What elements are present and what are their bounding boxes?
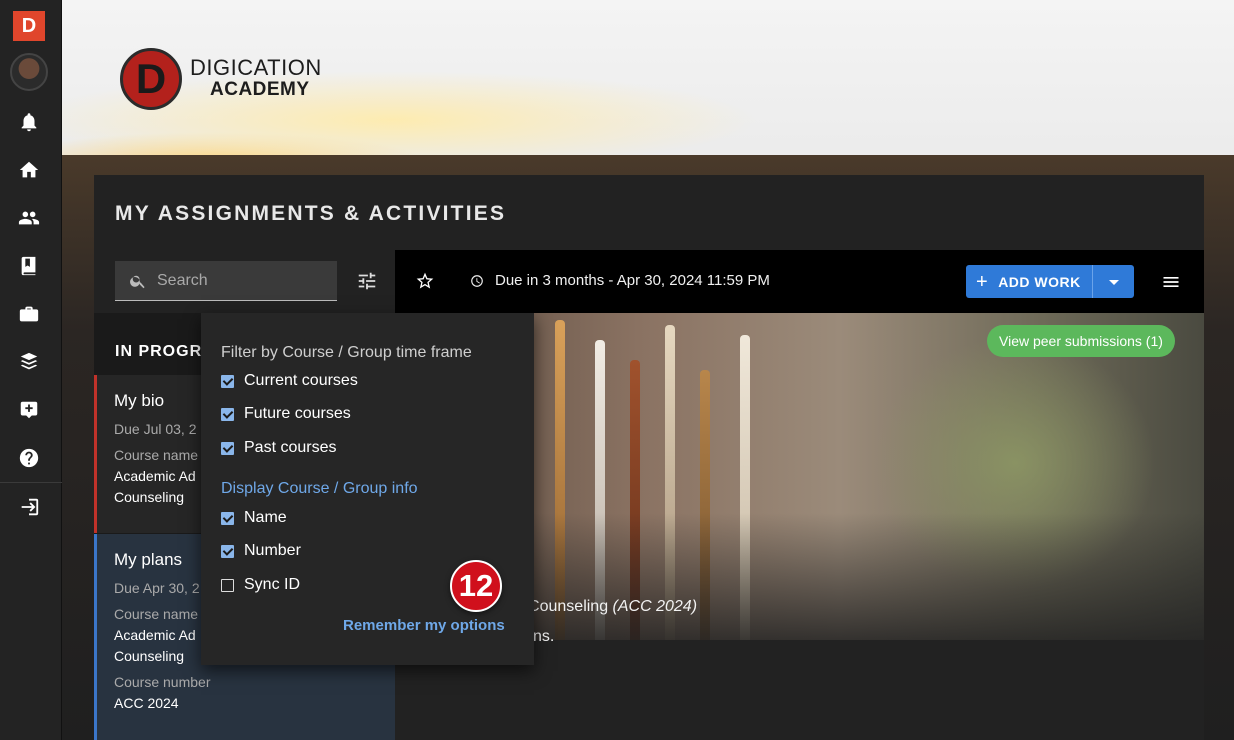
current-courses-option[interactable]: Current courses <box>221 372 358 390</box>
list-heading: IN PROGR <box>115 343 203 360</box>
checkbox[interactable] <box>221 374 234 388</box>
brand-line-2: ACADEMY <box>210 79 310 100</box>
option-label: Future courses <box>244 405 351 422</box>
left-rail: D <box>0 0 62 740</box>
future-courses-option[interactable]: Future courses <box>221 405 351 423</box>
checkbox[interactable] <box>221 441 234 455</box>
option-label: Current courses <box>244 372 358 389</box>
caret-down-icon <box>1108 279 1119 285</box>
checkbox[interactable] <box>221 578 234 592</box>
help-icon[interactable] <box>14 443 44 473</box>
timeframe-heading: Filter by Course / Group time frame <box>221 344 472 361</box>
checkbox[interactable] <box>221 511 234 525</box>
assignment-due: Due Jul 03, 2 <box>114 421 197 437</box>
add-work-label: ADD WORK <box>998 273 1081 290</box>
sync-id-option[interactable]: Sync ID <box>221 576 300 594</box>
filter-options-button[interactable] <box>356 270 378 292</box>
layers-icon[interactable] <box>14 347 44 377</box>
display-info-heading: Display Course / Group info <box>221 480 418 497</box>
course-number-label: Course number <box>114 674 211 690</box>
clock-icon <box>471 274 483 287</box>
assignment-toolbar: Due in 3 months - Apr 30, 2024 11:59 PM … <box>395 250 1204 313</box>
course-name-value: Counseling <box>114 648 185 664</box>
course-name-value: Academic Ad <box>114 627 196 643</box>
search-box[interactable] <box>115 261 337 301</box>
course-name-label: Course name <box>114 606 199 622</box>
logout-icon[interactable] <box>14 492 44 522</box>
brand-mark: D <box>120 48 182 110</box>
checkbox[interactable] <box>221 544 234 558</box>
view-peer-submissions-button[interactable]: View peer submissions (1) <box>987 325 1175 357</box>
number-option[interactable]: Number <box>221 542 301 560</box>
assignment-title: My bio <box>114 391 165 410</box>
bell-icon[interactable] <box>14 107 44 137</box>
assignment-course-code: (ACC 2024) <box>612 598 698 615</box>
add-work-button[interactable]: + ADD WORK <box>966 265 1134 298</box>
remember-options-button[interactable]: Remember my options <box>343 617 505 634</box>
book-icon[interactable] <box>14 251 44 281</box>
people-icon[interactable] <box>14 203 44 233</box>
due-date-text: Due in 3 months - Apr 30, 2024 11:59 PM <box>495 272 770 289</box>
past-courses-option[interactable]: Past courses <box>221 439 336 457</box>
search-icon <box>130 275 145 288</box>
brand-logo[interactable]: D DIGICATION ACADEMY <box>120 48 322 110</box>
menu-icon[interactable] <box>1161 272 1183 292</box>
option-label: Sync ID <box>244 576 301 593</box>
page-title: MY ASSIGNMENTS & ACTIVITIES <box>115 202 507 225</box>
search-input[interactable] <box>157 271 327 290</box>
briefcase-icon[interactable] <box>14 299 44 329</box>
course-name-value: Academic Ad <box>114 468 196 484</box>
step-number-badge: 12 <box>450 560 502 612</box>
assignment-due: Due Apr 30, 2 <box>114 580 200 596</box>
brand-wordmark: DIGICATION ACADEMY <box>190 57 322 101</box>
due-date: Due in 3 months - Apr 30, 2024 11:59 PM <box>470 272 770 289</box>
course-name-label: Course name <box>114 447 199 463</box>
name-option[interactable]: Name <box>221 509 287 527</box>
filter-dropdown: Filter by Course / Group time frame Curr… <box>201 313 534 665</box>
plus-icon: + <box>976 270 989 293</box>
tune-icon <box>358 272 376 290</box>
assignment-title: My plans <box>114 550 183 569</box>
option-label: Name <box>244 509 287 526</box>
option-label: Past courses <box>244 439 337 456</box>
assignment-description: ns. <box>533 628 555 645</box>
add-work-dropdown[interactable] <box>1092 265 1134 298</box>
checkbox[interactable] <box>221 407 234 421</box>
user-avatar[interactable] <box>10 53 48 91</box>
rail-divider <box>0 482 62 483</box>
course-number-value: ACC 2024 <box>114 695 179 711</box>
add-box-icon[interactable] <box>14 395 44 425</box>
star-icon[interactable] <box>415 271 437 293</box>
brand-line-1: DIGICATION <box>190 55 322 80</box>
app-logo[interactable]: D <box>13 11 45 41</box>
home-icon[interactable] <box>14 155 44 185</box>
course-name-value: Counseling <box>114 489 185 505</box>
option-label: Number <box>244 542 301 559</box>
